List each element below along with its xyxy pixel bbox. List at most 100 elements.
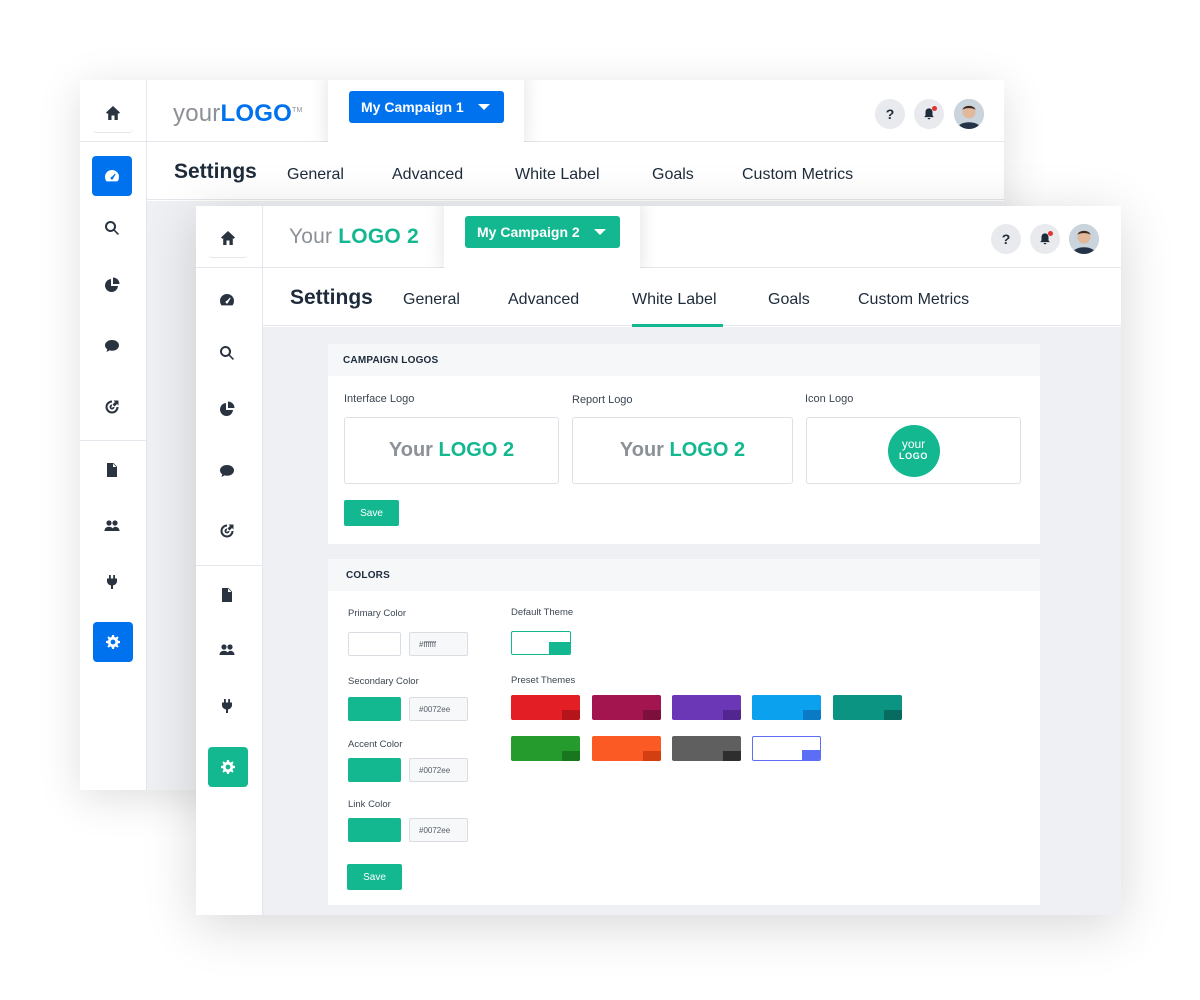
logo-text-bold: LOGO 2 — [438, 439, 515, 461]
secondary-color-swatch[interactable] — [348, 697, 401, 721]
preset-theme-4[interactable] — [752, 695, 821, 720]
home-icon[interactable] — [208, 218, 248, 258]
logo-text-light: Your — [289, 225, 333, 248]
tab-advanced[interactable]: Advanced — [508, 291, 579, 309]
trademark: TM — [291, 107, 303, 114]
logo-text-light: Your — [388, 439, 433, 461]
primary-color-swatch[interactable] — [348, 632, 401, 656]
icon-logo-line2: LOGO — [899, 450, 928, 461]
target-icon[interactable] — [92, 387, 132, 427]
panel-heading: COLORS — [328, 559, 1040, 591]
sidebar — [196, 206, 263, 915]
link-color-swatch[interactable] — [348, 818, 401, 842]
plug-icon[interactable] — [92, 562, 132, 602]
theme-accent-tab — [643, 710, 661, 720]
colors-panel: COLORS Primary Color #ffffff Secondary C… — [328, 559, 1040, 905]
top-bar: Your LOGO 2 ? — [263, 206, 1121, 268]
save-colors-button[interactable]: Save — [347, 864, 402, 890]
tab-goals[interactable]: Goals — [768, 291, 810, 309]
campaign-dropdown-label: My Campaign 1 — [361, 99, 464, 115]
preset-theme-7[interactable] — [592, 736, 661, 761]
default-theme-swatch[interactable] — [511, 631, 571, 655]
chevron-down-icon — [593, 229, 606, 235]
secondary-color-label: Secondary Color — [348, 676, 419, 687]
tab-general[interactable]: General — [287, 166, 344, 184]
search-icon[interactable] — [207, 333, 247, 373]
logo-text-light: your — [173, 100, 221, 127]
pie-chart-icon[interactable] — [92, 265, 132, 305]
preset-theme-8[interactable] — [672, 736, 741, 761]
icon-logo-label: Icon Logo — [805, 393, 854, 405]
notification-dot — [1048, 231, 1053, 236]
theme-accent-tab — [723, 751, 741, 761]
users-icon[interactable] — [92, 506, 132, 546]
dashboard-icon[interactable] — [92, 156, 132, 196]
report-logo-upload[interactable]: Your LOGO 2 — [572, 417, 793, 484]
settings-bar: Settings General Advanced White Label Go… — [263, 268, 1121, 327]
preset-theme-3[interactable] — [672, 695, 741, 720]
notifications-button[interactable] — [914, 99, 944, 129]
campaign-dropdown[interactable]: My Campaign 2 — [465, 216, 620, 248]
theme-accent-tab — [643, 751, 661, 761]
icon-logo-circle: your LOGO — [887, 424, 940, 477]
logo-text-bold: LOGO — [220, 100, 292, 127]
primary-color-input[interactable]: #ffffff — [409, 632, 468, 656]
tab-general[interactable]: General — [403, 291, 460, 309]
help-icon: ? — [885, 106, 895, 122]
help-button[interactable]: ? — [875, 99, 905, 129]
tab-advanced[interactable]: Advanced — [392, 166, 463, 184]
preset-theme-5[interactable] — [833, 695, 902, 720]
help-button[interactable]: ? — [991, 224, 1021, 254]
chat-icon[interactable] — [92, 326, 132, 366]
secondary-color-input[interactable]: #0072ee — [409, 697, 468, 721]
avatar[interactable] — [954, 99, 984, 129]
tab-custom-metrics[interactable]: Custom Metrics — [742, 166, 853, 184]
search-icon[interactable] — [92, 208, 132, 248]
app-logo[interactable]: Your LOGO 2 — [289, 225, 419, 249]
dashboard-icon[interactable] — [207, 280, 247, 320]
theme-accent-tab — [562, 710, 580, 720]
home-icon[interactable] — [93, 93, 133, 133]
preset-themes-label: Preset Themes — [511, 675, 576, 686]
campaign-logos-panel: CAMPAIGN LOGOS Interface Logo Report Log… — [328, 344, 1040, 544]
target-icon[interactable] — [207, 511, 247, 551]
avatar[interactable] — [1069, 224, 1099, 254]
settings-icon[interactable] — [208, 747, 248, 787]
top-bar: yourLOGOTM ? — [147, 80, 1004, 142]
icon-logo-upload[interactable]: your LOGO — [806, 417, 1021, 484]
preset-theme-9[interactable] — [752, 736, 821, 761]
file-icon[interactable] — [207, 575, 247, 615]
tab-white-label[interactable]: White Label — [632, 291, 722, 327]
chat-icon[interactable] — [207, 451, 247, 491]
tab-custom-metrics[interactable]: Custom Metrics — [858, 291, 969, 309]
accent-color-swatch[interactable] — [348, 758, 401, 782]
campaign-dropdown[interactable]: My Campaign 1 — [349, 91, 504, 123]
notifications-button[interactable] — [1030, 224, 1060, 254]
theme-accent-tab — [723, 710, 741, 720]
interface-logo-upload[interactable]: Your LOGO 2 — [344, 417, 559, 484]
page-title: Settings — [290, 286, 373, 309]
tab-white-label[interactable]: White Label — [515, 166, 600, 184]
default-theme-label: Default Theme — [511, 607, 574, 618]
settings-icon[interactable] — [93, 622, 133, 662]
theme-accent-tab — [802, 750, 820, 760]
pie-chart-icon[interactable] — [207, 389, 247, 429]
plug-icon[interactable] — [207, 686, 247, 726]
file-icon[interactable] — [92, 450, 132, 490]
link-color-label: Link Color — [348, 799, 391, 810]
users-icon[interactable] — [207, 630, 247, 670]
preset-theme-2[interactable] — [592, 695, 661, 720]
icon-logo-line1: your — [901, 436, 926, 451]
app-logo[interactable]: yourLOGOTM — [173, 100, 302, 128]
campaign-switcher-card: My Campaign 1 — [328, 80, 524, 144]
chevron-down-icon — [477, 104, 490, 110]
accent-color-input[interactable]: #0072ee — [409, 758, 468, 782]
help-icon: ? — [1001, 231, 1011, 247]
tab-goals[interactable]: Goals — [652, 166, 694, 184]
theme-accent-tab — [884, 710, 902, 720]
preset-theme-1[interactable] — [511, 695, 580, 720]
save-logos-button[interactable]: Save — [344, 500, 399, 526]
content-area: CAMPAIGN LOGOS Interface Logo Report Log… — [263, 327, 1121, 915]
link-color-input[interactable]: #0072ee — [409, 818, 468, 842]
preset-theme-6[interactable] — [511, 736, 580, 761]
